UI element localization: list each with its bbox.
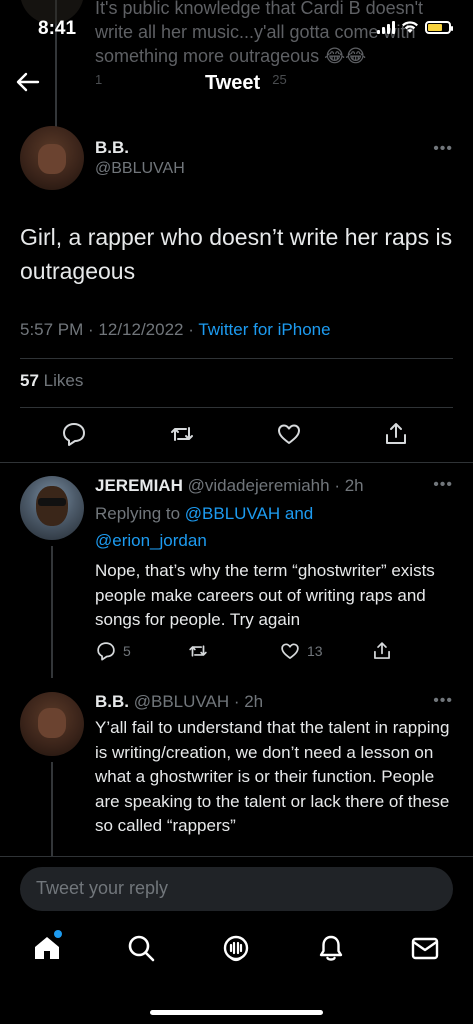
reply-tweet[interactable]: B.B. @BBLUVAH · 2h ••• Y’all fail to und… [20, 692, 453, 856]
reply-count: 5 [123, 643, 131, 659]
avatar[interactable] [20, 126, 84, 190]
avatar[interactable] [20, 692, 84, 756]
tweet-timestamp: 5:57 PM · 12/12/2022 · [20, 320, 199, 339]
reply-button[interactable] [60, 420, 90, 450]
messages-icon [411, 937, 439, 960]
status-time: 8:41 [38, 18, 77, 39]
author-name: B.B. [95, 138, 129, 157]
more-options-icon[interactable]: ••• [433, 140, 453, 158]
thread-line [51, 546, 53, 678]
more-options-icon[interactable]: ••• [433, 476, 453, 494]
tab-messages[interactable] [409, 932, 441, 964]
back-button[interactable] [12, 66, 44, 98]
retweet-button[interactable] [168, 420, 198, 450]
share-icon [386, 423, 406, 444]
tab-spaces[interactable] [220, 932, 252, 964]
likes-number: 57 [20, 371, 39, 390]
thread-line [51, 762, 53, 856]
signal-icon [377, 20, 395, 34]
bottom-tab-bar [0, 920, 473, 1024]
reply-tweet[interactable]: JEREMIAH @vidadejeremiahh · 2h ••• Reply… [20, 476, 453, 678]
avatar[interactable] [20, 476, 84, 540]
reply-author-name[interactable]: JEREMIAH [95, 476, 183, 495]
retweet-icon [189, 645, 207, 657]
tweet-meta: 5:57 PM · 12/12/2022 · Twitter for iPhon… [20, 320, 331, 340]
heart-icon [281, 643, 299, 659]
notifications-icon [319, 935, 343, 961]
tweet-text: Girl, a rapper who doesn’t write her rap… [20, 224, 453, 284]
like-count: 13 [307, 643, 323, 659]
reply-text: Y’all fail to understand that the talent… [95, 718, 450, 835]
reply-text: Nope, that’s why the term “ghostwriter” … [95, 561, 435, 629]
like-button[interactable] [275, 420, 305, 450]
likes-label: Likes [38, 371, 84, 390]
battery-icon [425, 20, 453, 34]
wifi-icon [402, 21, 418, 33]
reply-author-name[interactable]: B.B. [95, 692, 129, 711]
reply-header: JEREMIAH @vidadejeremiahh · 2h [95, 476, 364, 496]
divider [20, 407, 453, 408]
share-button[interactable] [382, 420, 412, 450]
author-handle: @BBLUVAH [95, 160, 185, 177]
more-options-icon[interactable]: ••• [433, 692, 453, 710]
back-arrow-icon [16, 72, 40, 92]
tweet-source-link[interactable]: Twitter for iPhone [198, 320, 330, 339]
retweet-button[interactable] [187, 640, 215, 662]
status-icons [377, 20, 453, 34]
heart-icon [278, 424, 300, 444]
notification-dot [54, 930, 62, 938]
tab-notifications[interactable] [315, 932, 347, 964]
like-button[interactable]: 13 [279, 640, 323, 662]
divider [20, 358, 453, 359]
reply-author-handle: @vidadejeremiahh · 2h [187, 476, 364, 495]
reply-composer: Tweet your reply [0, 856, 473, 920]
replying-to: Replying to @BBLUVAH and @erion_jordan [95, 500, 395, 554]
replying-to-link[interactable]: @erion_jordan [95, 531, 207, 550]
tweet-header: Tweet [0, 62, 473, 106]
share-button[interactable] [371, 640, 393, 662]
replying-prefix: Replying to [95, 504, 185, 523]
reply-icon [63, 423, 85, 446]
reply-input[interactable]: Tweet your reply [20, 867, 453, 911]
likes-count[interactable]: 57 Likes [20, 371, 83, 391]
main-tweet: B.B. @BBLUVAH ••• Girl, a rapper who doe… [20, 122, 453, 352]
reply-actions: 5 13 [95, 640, 395, 664]
retweet-icon [171, 427, 193, 441]
share-icon [374, 642, 390, 659]
search-icon [128, 935, 155, 962]
reply-button[interactable]: 5 [95, 640, 131, 662]
tab-search[interactable] [125, 932, 157, 964]
reply-author-handle: @BBLUVAH · 2h [133, 692, 264, 711]
reply-icon [97, 642, 115, 661]
reply-header: B.B. @BBLUVAH · 2h [95, 692, 263, 712]
replying-to-link[interactable]: @BBLUVAH and [185, 504, 313, 523]
home-indicator [150, 1010, 323, 1015]
tweet-author[interactable]: B.B. @BBLUVAH [95, 138, 185, 178]
main-tweet-actions [20, 420, 453, 452]
divider [0, 462, 473, 463]
page-title: Tweet [205, 72, 261, 94]
spaces-icon [223, 935, 249, 962]
status-bar: 8:41 [0, 0, 473, 60]
